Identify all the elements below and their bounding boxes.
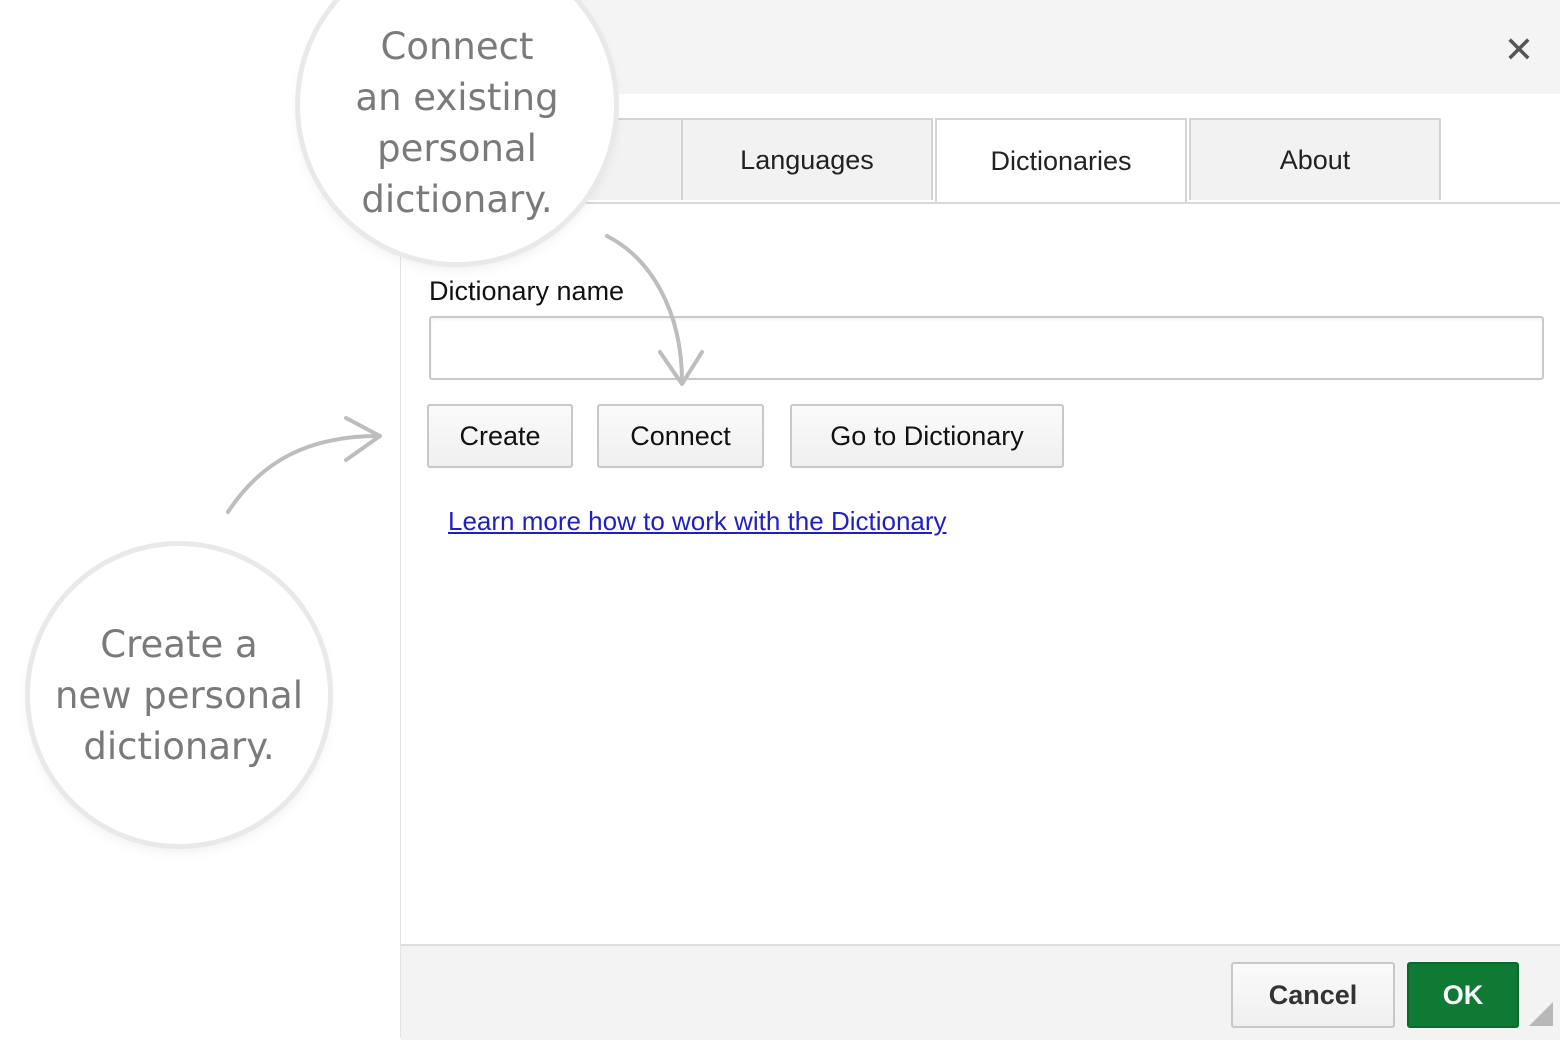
callout-create: Create a new personal dictionary.	[30, 546, 328, 844]
tab-dictionaries[interactable]: Dictionaries	[935, 118, 1187, 202]
ok-button[interactable]: OK	[1407, 962, 1519, 1028]
dialog-footer: Cancel OK	[401, 944, 1560, 1040]
create-button[interactable]: Create	[427, 404, 573, 468]
cancel-button[interactable]: Cancel	[1231, 962, 1395, 1028]
connect-button[interactable]: Connect	[597, 404, 764, 468]
tab-about[interactable]: About	[1189, 118, 1441, 200]
create-arrowhead-icon	[344, 416, 382, 462]
create-arrow-icon	[226, 434, 380, 514]
callout-create-text: Create a new personal dictionary.	[54, 622, 303, 768]
dictionary-name-label: Dictionary name	[429, 276, 625, 306]
resize-grip-icon[interactable]	[1529, 1002, 1553, 1026]
go-to-dictionary-button[interactable]: Go to Dictionary	[790, 404, 1064, 468]
dictionary-name-input[interactable]	[429, 316, 1544, 380]
close-icon[interactable]: ✕	[1497, 28, 1541, 72]
callout-connect-text: Connect an existing personal dictionary.	[355, 25, 559, 221]
learn-more-link[interactable]: Learn more how to work with the Dictiona…	[448, 506, 947, 537]
tab-languages[interactable]: Languages	[681, 118, 933, 200]
